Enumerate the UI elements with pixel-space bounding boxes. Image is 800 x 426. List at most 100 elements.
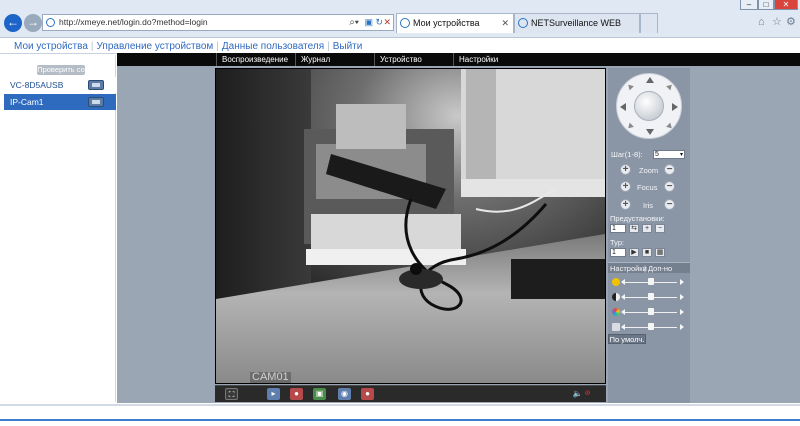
zoom-label: Zoom — [639, 166, 659, 175]
preset-goto-icon[interactable]: ⇆ — [629, 224, 639, 233]
menu-separator: | — [327, 41, 330, 52]
focus-far-button[interactable]: − — [664, 181, 675, 192]
device-label: IP-Cam1 — [10, 97, 44, 107]
slider-thumb[interactable] — [648, 308, 654, 315]
tab-label: Мои устройства — [413, 18, 480, 28]
tab-netsurveillance[interactable]: NETSurveillance WEB — [514, 13, 640, 33]
new-tab-button[interactable] — [640, 13, 658, 33]
stop-record-icon[interactable]: ● — [361, 388, 374, 400]
device-label: VC-8D5AUSB — [10, 80, 64, 90]
forward-button[interactable]: → — [24, 14, 42, 32]
menu-separator: | — [90, 41, 94, 52]
address-text: http://xmeye.net/login.do?method=login — [59, 17, 208, 27]
default-button[interactable]: По умолч. — [608, 334, 646, 344]
menu-device-management[interactable]: Управление устройством — [97, 41, 214, 52]
arrow-down-left-icon[interactable] — [626, 122, 634, 131]
favorites-icon[interactable]: ☆ — [772, 16, 782, 28]
arrow-up-right-icon[interactable] — [666, 82, 674, 91]
video-camera-icon[interactable]: ▸ — [267, 388, 280, 400]
back-button[interactable]: ← — [4, 14, 22, 32]
increase-icon[interactable] — [680, 294, 684, 300]
device-sidebar: Проверить со VC-8D5AUSB IP-Cam1 — [3, 55, 116, 402]
zoom-in-button[interactable]: + — [620, 164, 631, 175]
ptz-control-panel: Шаг(1-8): 5 ▾ + Zoom − + Focus − + Iris … — [608, 68, 690, 403]
video-toolbar: ⛶ ▸ ● ▣ ◉ ● 🔈 ⊘ — [215, 385, 606, 402]
footer-line — [0, 419, 800, 421]
arrow-down-icon[interactable] — [646, 129, 654, 135]
slider-thumb[interactable] — [648, 323, 654, 330]
iris-close-button[interactable]: − — [664, 199, 675, 210]
close-tab-icon[interactable]: ✕ — [501, 14, 509, 32]
tab-image-settings[interactable]: Настройки — [610, 264, 647, 273]
slider-thumb[interactable] — [648, 278, 654, 285]
gear-icon[interactable]: ⚙ — [786, 16, 796, 28]
tour-input[interactable]: 1 — [610, 248, 626, 257]
stop-icon[interactable]: ✕ — [383, 15, 391, 30]
video-viewport[interactable]: 2014-02-14 23:57:17 CAM01 — [215, 68, 606, 384]
tab-separator: | — [644, 264, 646, 273]
fullscreen-icon[interactable]: ⛶ — [225, 388, 238, 400]
preset-add-icon[interactable]: + — [642, 224, 652, 233]
focus-label: Focus — [637, 183, 658, 192]
nav-log[interactable]: Журнал — [295, 53, 374, 66]
window-titlebar: – □ ✕ — [0, 0, 800, 10]
record-icon[interactable]: ● — [290, 388, 303, 400]
camera-feed-image — [216, 69, 605, 383]
dvr-device-icon — [88, 80, 104, 90]
increase-icon[interactable] — [680, 309, 684, 315]
nav-device[interactable]: Устройство — [374, 53, 453, 66]
check-button[interactable]: Проверить со — [37, 65, 85, 75]
home-icon[interactable]: ⌂ — [758, 16, 765, 28]
menu-user-data[interactable]: Данные пользователя — [222, 41, 324, 52]
focus-near-button[interactable]: + — [620, 181, 631, 192]
refresh-icon[interactable]: ↻ — [375, 15, 383, 30]
stream-icon[interactable]: ◉ — [338, 388, 351, 400]
saturation-slider[interactable] — [612, 307, 686, 317]
browser-chrome: – □ ✕ ← → http://xmeye.net/login.do?meth… — [0, 0, 800, 38]
nav-playback[interactable]: Воспроизведение — [216, 53, 295, 66]
minimize-button[interactable]: – — [740, 0, 758, 10]
close-window-button[interactable]: ✕ — [774, 0, 798, 10]
device-item-ipcam1[interactable]: IP-Cam1 — [4, 94, 116, 110]
arrow-left-icon[interactable] — [620, 103, 626, 111]
brightness-icon — [612, 278, 620, 286]
menu-my-devices[interactable]: Мои устройства — [14, 41, 88, 52]
step-label: Шаг(1-8): — [611, 150, 643, 159]
tab-my-devices[interactable]: Мои устройства ✕ — [396, 13, 514, 33]
hue-slider[interactable] — [612, 322, 686, 332]
tour-label: Тур: — [610, 238, 625, 247]
zoom-out-button[interactable]: − — [664, 164, 675, 175]
ptz-center-knob[interactable] — [634, 91, 664, 121]
compat-icon[interactable]: ▣ — [364, 15, 373, 30]
iris-open-button[interactable]: + — [620, 199, 631, 210]
tab-label: NETSurveillance WEB — [531, 18, 622, 28]
step-select[interactable]: 5 ▾ — [653, 150, 685, 159]
ptz-direction-pad[interactable] — [616, 73, 682, 139]
preset-input[interactable]: 1 — [610, 224, 626, 233]
increase-icon[interactable] — [680, 324, 684, 330]
tour-stop-icon[interactable]: ■ — [642, 248, 652, 257]
contrast-slider[interactable] — [612, 292, 686, 302]
tab-extra[interactable]: Доп-но — [648, 264, 672, 273]
arrow-up-left-icon[interactable] — [626, 82, 634, 91]
snapshot-icon[interactable]: ▣ — [313, 388, 326, 400]
address-bar[interactable]: http://xmeye.net/login.do?method=login ⌕… — [42, 14, 394, 31]
nav-settings[interactable]: Настройки — [453, 53, 532, 66]
tour-play-icon[interactable]: ▶ — [629, 248, 639, 257]
tour-grid-icon[interactable]: ▦ — [655, 248, 665, 257]
arrow-right-icon[interactable] — [672, 103, 678, 111]
video-timestamp: 2014-02-14 23:57:17 — [513, 91, 603, 101]
menu-logout[interactable]: Выйти — [333, 41, 363, 52]
player-area: Воспроизведение Журнал Устройство Настро… — [117, 53, 800, 403]
menu-separator: | — [216, 41, 219, 52]
maximize-button[interactable]: □ — [758, 0, 774, 10]
slider-thumb[interactable] — [648, 293, 654, 300]
search-icon[interactable]: ⌕▾ — [349, 15, 359, 30]
preset-remove-icon[interactable]: − — [655, 224, 665, 233]
increase-icon[interactable] — [680, 279, 684, 285]
arrow-up-icon[interactable] — [646, 77, 654, 83]
brightness-slider[interactable] — [612, 277, 686, 287]
arrow-down-right-icon[interactable] — [666, 122, 674, 131]
ie-page-icon — [518, 18, 528, 28]
device-item-vc8d5ausb[interactable]: VC-8D5AUSB — [4, 77, 116, 93]
